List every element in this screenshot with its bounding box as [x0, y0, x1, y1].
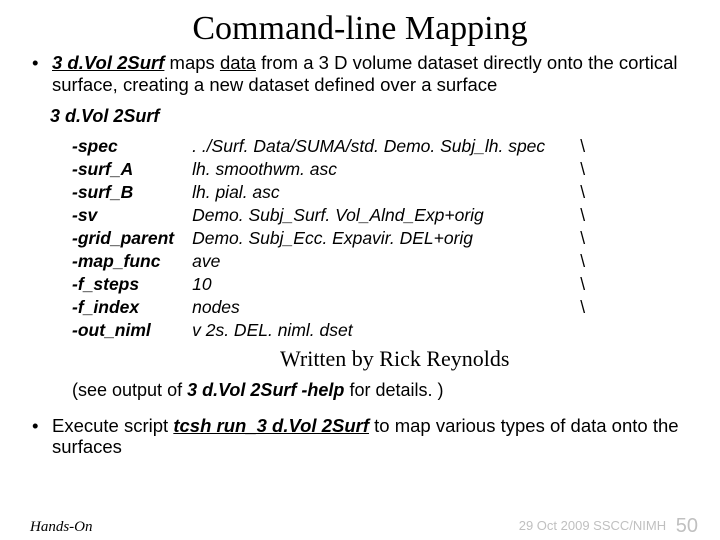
page-number: 50: [676, 515, 698, 537]
bullet-1: 3 d.Vol 2Surf maps data from a 3 D volum…: [32, 52, 698, 96]
slide: Command-line Mapping 3 d.Vol 2Surf maps …: [0, 10, 720, 540]
line-continuation: \: [569, 250, 585, 273]
line-continuation: \: [569, 227, 585, 250]
flag: -f_steps: [72, 273, 192, 296]
see-output-line: (see output of 3 d.Vol 2Surf -help for d…: [72, 380, 720, 401]
line-continuation: \: [569, 181, 585, 204]
flag-value: Demo. Subj_Surf. Vol_Alnd_Exp+orig: [192, 204, 569, 227]
command-table: -spec. ./Surf. Data/SUMA/std. Demo. Subj…: [72, 135, 585, 342]
flag: -map_func: [72, 250, 192, 273]
footer-left: Hands-On: [30, 519, 93, 536]
table-row: -grid_parentDemo. Subj_Ecc. Expavir. DEL…: [72, 227, 585, 250]
bullet-list-2: Execute script tcsh run_3 d.Vol 2Surf to…: [32, 415, 698, 459]
table-row: -f_indexnodes\: [72, 296, 585, 319]
flag-value: 10: [192, 273, 569, 296]
bullet-2: Execute script tcsh run_3 d.Vol 2Surf to…: [32, 415, 698, 459]
flag-value: Demo. Subj_Ecc. Expavir. DEL+orig: [192, 227, 569, 250]
flag: -grid_parent: [72, 227, 192, 250]
table-row: -map_funcave\: [72, 250, 585, 273]
line-continuation: \: [569, 135, 585, 158]
flag-value: nodes: [192, 296, 569, 319]
b2-script: tcsh run_3 d.Vol 2Surf: [173, 415, 369, 436]
b1-data: data: [220, 52, 256, 73]
command-block: 3 d.Vol 2Surf -spec. ./Surf. Data/SUMA/s…: [50, 106, 720, 342]
table-row: -svDemo. Subj_Surf. Vol_Alnd_Exp+orig\: [72, 204, 585, 227]
line-continuation: \: [569, 273, 585, 296]
flag-value: lh. smoothwm. asc: [192, 158, 569, 181]
line-continuation: [569, 319, 585, 342]
see-post: for details. ): [344, 380, 443, 400]
footer-right: 29 Oct 2009 SSCC/NIMH 50: [519, 515, 698, 538]
bullet-list: 3 d.Vol 2Surf maps data from a 3 D volum…: [32, 52, 698, 96]
flag-value: ave: [192, 250, 569, 273]
flag: -f_index: [72, 296, 192, 319]
table-row: -out_nimlv 2s. DEL. niml. dset: [72, 319, 585, 342]
flag-value: lh. pial. asc: [192, 181, 569, 204]
flag: -sv: [72, 204, 192, 227]
author-line: Written by Rick Reynolds: [280, 346, 720, 372]
cmd-name-1: 3 d.Vol 2Surf: [52, 52, 164, 73]
b1-t1: maps: [164, 52, 220, 73]
footer-date: 29 Oct 2009 SSCC/NIMH: [519, 518, 666, 533]
flag: -surf_B: [72, 181, 192, 204]
flag: -surf_A: [72, 158, 192, 181]
line-continuation: \: [569, 204, 585, 227]
flag-value: v 2s. DEL. niml. dset: [192, 319, 569, 342]
line-continuation: \: [569, 158, 585, 181]
table-row: -spec. ./Surf. Data/SUMA/std. Demo. Subj…: [72, 135, 585, 158]
table-row: -f_steps10\: [72, 273, 585, 296]
table-row: -surf_Blh. pial. asc\: [72, 181, 585, 204]
see-cmd: 3 d.Vol 2Surf -help: [187, 380, 344, 400]
see-pre: (see output of: [72, 380, 187, 400]
flag: -out_niml: [72, 319, 192, 342]
flag-value: . ./Surf. Data/SUMA/std. Demo. Subj_lh. …: [192, 135, 569, 158]
table-row: -surf_Alh. smoothwm. asc\: [72, 158, 585, 181]
b2-pre: Execute script: [52, 415, 173, 436]
slide-title: Command-line Mapping: [0, 10, 720, 48]
line-continuation: \: [569, 296, 585, 319]
flag: -spec: [72, 135, 192, 158]
command-head: 3 d.Vol 2Surf: [50, 106, 720, 127]
